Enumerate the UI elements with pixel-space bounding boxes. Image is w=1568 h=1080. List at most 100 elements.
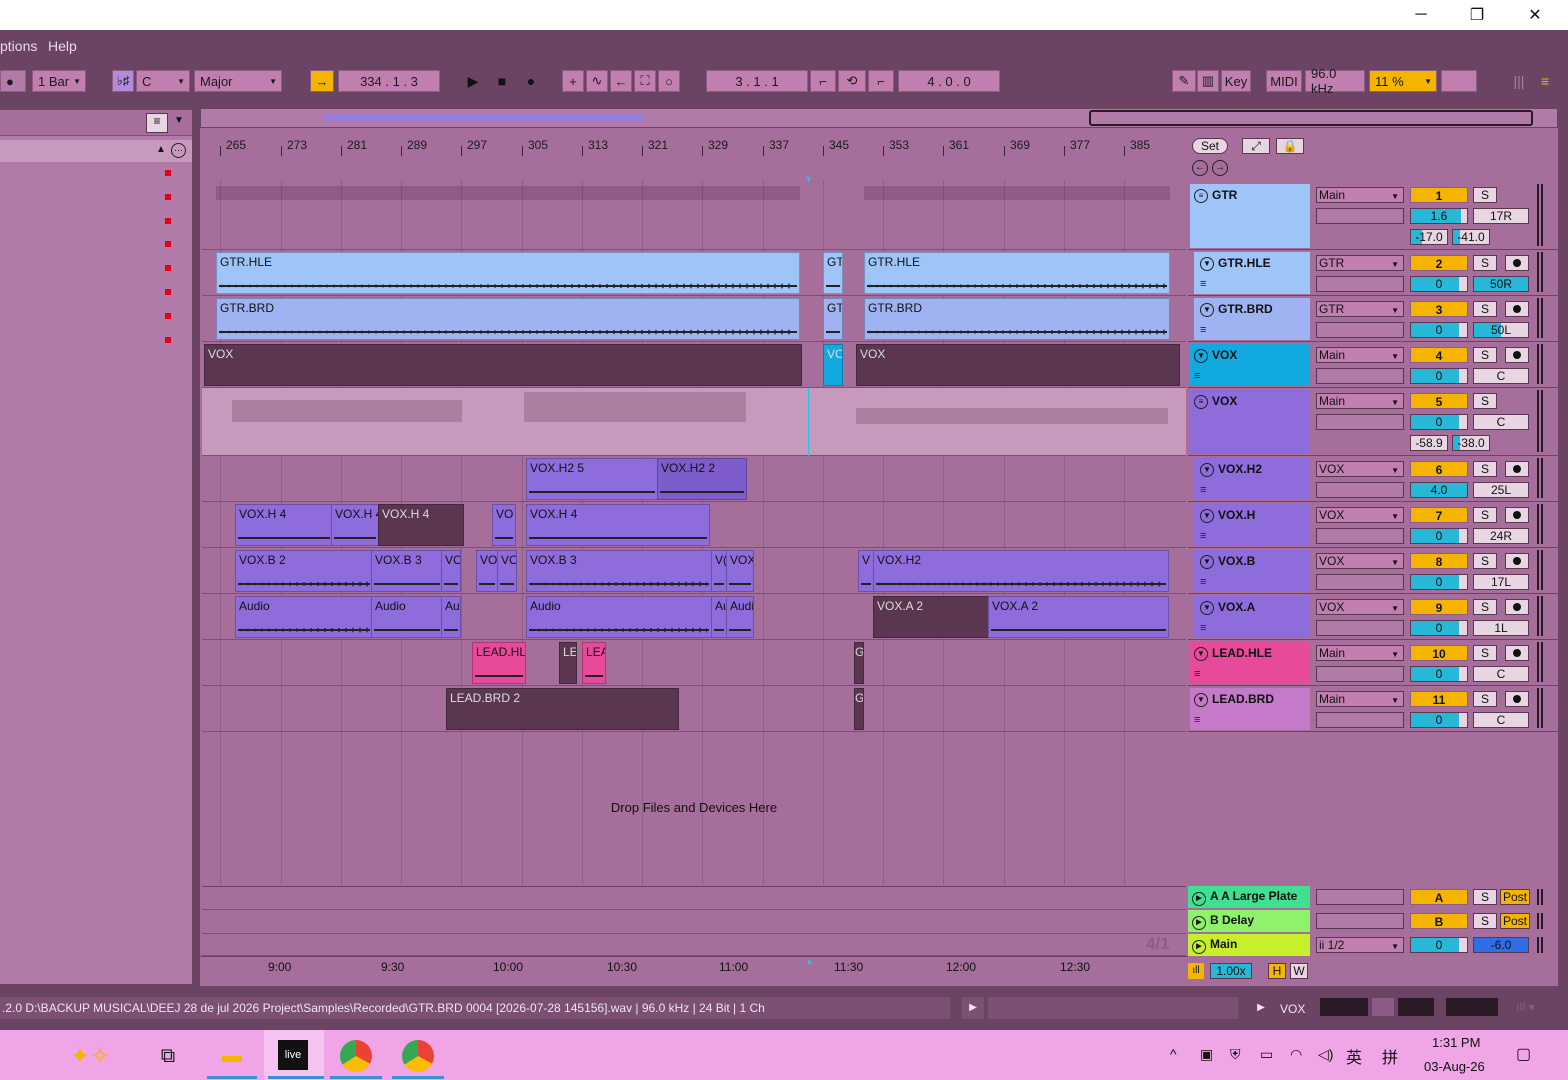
follow-icon[interactable]: → [310,70,334,92]
output-routing-select[interactable]: GTR [1316,255,1404,272]
solo-button[interactable]: S [1473,913,1497,929]
punch-out-icon[interactable]: ⌐ [868,70,894,92]
audio-clip[interactable]: Audi [726,596,754,638]
audio-clip[interactable]: VOX.B 3 [371,550,443,592]
audio-clip[interactable]: GTR.HLE [216,252,800,294]
output-routing-select[interactable]: Main [1316,645,1404,662]
arm-record-button[interactable] [1505,301,1529,317]
fold-icon[interactable]: ▼ [1200,600,1214,615]
audio-clip[interactable]: LEAD.HL [472,642,526,684]
arm-record-button[interactable] [1505,347,1529,363]
volume-field[interactable]: 0 [1410,620,1468,636]
volume-field[interactable]: 4.0 [1410,482,1468,498]
audio-clip[interactable]: Audio [371,596,443,638]
track-name[interactable]: ▼ GTR.BRD [1196,298,1316,317]
session-record-icon[interactable]: ○ [658,70,680,92]
fold-icon[interactable]: ▼ [1194,646,1208,661]
cpu-meter[interactable]: 11 % [1369,70,1437,92]
close-button[interactable]: ✕ [1512,0,1558,30]
volume-field[interactable]: 0 [1410,414,1468,430]
audio-clip[interactable]: VOX.B 3 [526,550,712,592]
pan-field[interactable]: 50L [1473,322,1529,338]
routing-channel-select[interactable] [1316,528,1404,544]
reenable-automation-icon[interactable]: ← [610,70,632,92]
ime-mode[interactable]: 英 [1346,1044,1362,1068]
record-icon[interactable]: ● [520,70,542,92]
track-activator[interactable]: 6 [1410,461,1468,477]
loop-length[interactable]: 4 . 0 . 0 [898,70,1000,92]
output-routing-select[interactable]: GTR [1316,301,1404,318]
solo-button[interactable]: S [1473,507,1497,523]
solo-button[interactable]: S [1473,553,1497,569]
pan-field[interactable]: 50R [1473,276,1529,292]
arm-record-button[interactable] [1505,691,1529,707]
chevron-down-icon[interactable]: ▼ [174,115,184,126]
routing-select[interactable] [1316,913,1404,929]
audio-clip[interactable]: LE [559,642,577,684]
browser-selected-row[interactable]: ▲ ⋯ [0,140,192,162]
overview-bar[interactable] [200,108,1558,128]
automation-arm-icon[interactable]: ∿ [586,70,608,92]
pan-field[interactable]: C [1473,666,1529,682]
cue-volume-field[interactable]: 0 [1410,937,1468,953]
mixer-icon[interactable]: ıIl ▾ [1516,1000,1535,1014]
solo-button[interactable]: S [1473,347,1497,363]
track-name[interactable]: ≡ GTR [1190,184,1310,203]
audio-clip[interactable]: G [854,688,864,730]
scale-toggle-icon[interactable]: ♭♯ [112,70,134,92]
next-locator-icon[interactable]: → [1212,160,1228,176]
fold-icon[interactable]: ▼ [1194,348,1208,363]
track-activator[interactable]: 3 [1410,301,1468,317]
pan-field[interactable]: 17R [1473,208,1529,224]
track-lane-lead-brd[interactable] [202,686,1186,732]
clock-time[interactable]: 1:31 PM [1432,1035,1480,1050]
solo-button[interactable]: S [1473,691,1497,707]
lane-menu-icon[interactable]: ≡ [1200,622,1206,634]
pan-field[interactable]: 1L [1473,620,1529,636]
solo-button[interactable]: S [1473,187,1497,203]
lane-menu-icon[interactable]: ≡ [1200,576,1206,588]
return-activator[interactable]: B [1410,913,1468,929]
audio-clip[interactable]: LEAD.BRD 2 [446,688,679,730]
maximize-button[interactable]: ❐ [1454,0,1500,30]
fold-icon[interactable]: ▼ [1194,692,1208,707]
arm-record-button[interactable] [1505,553,1529,569]
volume-field[interactable]: 1.6 [1410,208,1468,224]
audio-clip[interactable]: VO [476,550,498,592]
solo-button[interactable]: S [1473,301,1497,317]
overdub-icon[interactable]: + [562,70,584,92]
audio-clip[interactable]: V [858,550,874,592]
audio-clip[interactable]: G [854,642,864,684]
routing-channel-select[interactable] [1316,712,1404,728]
draw-mode-icon[interactable]: ✎ [1172,70,1196,92]
solo-button[interactable]: S [1473,393,1497,409]
post-button[interactable]: Post [1500,889,1530,905]
minimize-button[interactable]: ─ [1398,0,1444,30]
h-button[interactable]: H [1268,963,1286,979]
track-activator[interactable]: 8 [1410,553,1468,569]
capture-icon[interactable]: ⛶ [634,70,656,92]
volume-field[interactable]: 0 [1410,666,1468,682]
quantize-select[interactable]: 1 Bar [32,70,86,92]
track-name[interactable]: ▼ LEAD.HLE [1190,642,1310,661]
keyboard-icon[interactable]: ▥ [1197,70,1219,92]
audio-clip[interactable]: VO [492,504,516,546]
master-volume-field[interactable]: -6.0 [1473,937,1529,953]
audio-clip[interactable]: GT [823,252,843,294]
routing-channel-select[interactable] [1316,322,1404,338]
master-track[interactable]: ▶ Main [1188,934,1310,956]
return-track-a[interactable]: ▶ A A Large Plate [1188,886,1310,908]
routing-channel-select[interactable] [1316,482,1404,498]
ime-input[interactable]: 拼 [1382,1044,1398,1068]
master-output-select[interactable]: ii 1/2 [1316,937,1404,954]
output-routing-select[interactable]: VOX [1316,599,1404,616]
pan-field[interactable]: 24R [1473,528,1529,544]
expand-icon[interactable]: ⤢ [1242,138,1270,154]
chrome-icon[interactable] [340,1040,372,1072]
overview-visible-window[interactable] [1089,110,1533,126]
audio-clip[interactable]: VOX.H2 2 [657,458,747,500]
wifi-icon[interactable]: ◠ [1290,1046,1302,1063]
audio-clip[interactable]: GTR.BRD [864,298,1170,340]
loop-switch-icon[interactable]: ⟲ [838,70,866,92]
routing-select[interactable] [1316,889,1404,905]
